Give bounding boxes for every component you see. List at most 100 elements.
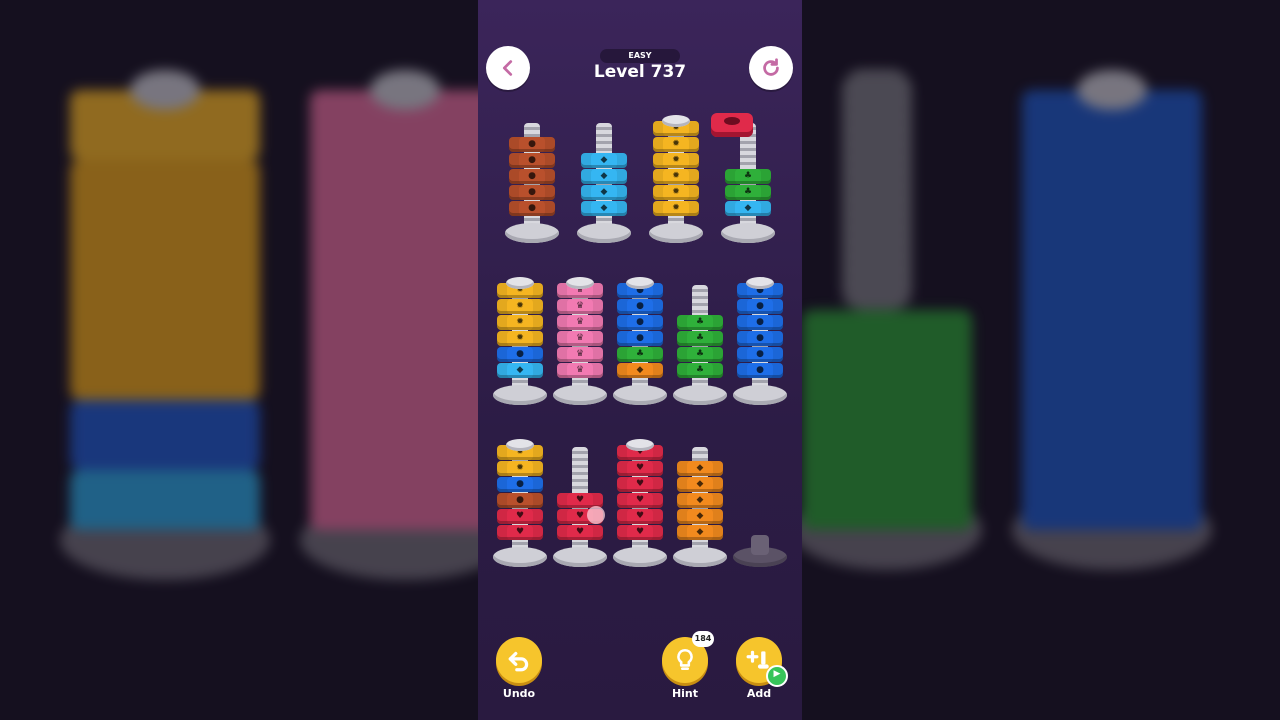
restart-button[interactable] (749, 46, 793, 90)
undo-icon (508, 651, 529, 672)
nut-symbol: ● (528, 171, 536, 181)
nut-symbol: ● (528, 203, 536, 213)
nut-brown: ● (509, 153, 555, 168)
nut-symbol: ● (756, 301, 764, 311)
nut-green: ♣ (677, 347, 723, 362)
back-button[interactable] (486, 46, 530, 90)
nut-yellow: ✹ (497, 299, 543, 314)
undo-label: Undo (502, 687, 536, 700)
nut-symbol: ✹ (672, 155, 680, 165)
nut-red: ♥ (617, 493, 663, 508)
bolt-cap (566, 277, 594, 289)
bolt-cap (626, 439, 654, 451)
touch-indicator (587, 506, 605, 524)
nut-symbol: ♛ (575, 333, 585, 343)
level-title: Level 737 (593, 62, 687, 82)
background-right-blur (802, 0, 1280, 720)
bolt-10[interactable]: ♥ ♥ ● ● ✹ ✹ (493, 439, 547, 567)
bolt-5[interactable]: ◆ ● ✹ ✹ ✹ ✹ (493, 277, 547, 405)
nut-orange: ◆ (677, 461, 723, 476)
bolt-4[interactable]: ◆ ♣ ♣ (721, 123, 775, 243)
nut-symbol: ♛ (575, 349, 585, 359)
nut-symbol: ♥ (635, 527, 645, 537)
nut-orange: ◆ (677, 525, 723, 540)
nut-symbol: ◆ (696, 527, 704, 537)
nut-symbol: ♣ (743, 187, 753, 197)
nut-orange: ◆ (617, 363, 663, 378)
nut-symbol: ● (528, 155, 536, 165)
bolt-2[interactable]: ◆ ◆ ◆ ◆ (577, 123, 631, 243)
nut-symbol: ♣ (695, 365, 705, 375)
bg-bolt-blue (1012, 60, 1212, 570)
nut-symbol: ● (528, 187, 536, 197)
nut-symbol: ◆ (696, 479, 704, 489)
nut-symbol: ♥ (635, 463, 645, 473)
nut-pink: ♛ (557, 299, 603, 314)
nut-symbol: ● (636, 333, 644, 343)
restart-icon (763, 58, 779, 76)
bolt-base (613, 385, 667, 405)
difficulty-badge: EASY (600, 49, 680, 63)
bolt-12[interactable]: ♥ ♥ ♥ ♥ ♥ ♥ (613, 439, 667, 567)
bolt-14[interactable] (733, 447, 787, 567)
background-left-blur (0, 0, 478, 720)
nut-symbol: ♥ (635, 511, 645, 521)
nut-symbol: ♥ (575, 511, 585, 521)
nut-yellow: ✹ (653, 185, 699, 200)
nut-symbol: ✹ (516, 301, 524, 311)
bolt-base (721, 223, 775, 243)
add-label: Add (746, 687, 772, 700)
bolt-base (673, 547, 727, 567)
bolt-base (673, 385, 727, 405)
nut-brown: ● (509, 201, 555, 216)
bolt-base (733, 385, 787, 405)
nut-symbol: ♣ (695, 349, 705, 359)
nut-symbol: ◆ (744, 203, 752, 213)
bolt-1[interactable]: ● ● ● ● ● (505, 123, 559, 243)
nut-symbol: ● (756, 317, 764, 327)
undo-button[interactable]: Undo (495, 637, 543, 700)
nut-symbol: ♣ (695, 333, 705, 343)
nut-red: ♥ (557, 525, 603, 540)
bolt-3[interactable]: ✹ ✹ ✹ ✹ ✹ ✹ (649, 115, 703, 243)
bolt-cap (746, 277, 774, 289)
add-bolt-button[interactable]: ▶ Add (735, 637, 788, 700)
nut-yellow: ✹ (497, 461, 543, 476)
nut-symbol: ♥ (575, 527, 585, 537)
bolt-13[interactable]: ◆ ◆ ◆ ◆ ◆ (673, 447, 727, 567)
nut-symbol: ◆ (600, 187, 608, 197)
hint-label: Hint (671, 687, 699, 700)
nut-yellow: ✹ (653, 137, 699, 152)
nut-symbol: ● (516, 349, 524, 359)
nut-cyan: ◆ (581, 153, 627, 168)
hint-button[interactable]: 184 Hint (661, 631, 714, 700)
nut-pink: ♛ (557, 331, 603, 346)
bolt-8[interactable]: ♣ ♣ ♣ ♣ (673, 285, 727, 405)
nut-pink: ♛ (557, 347, 603, 362)
nut-red: ♥ (617, 509, 663, 524)
bolt-6[interactable]: ♛ ♛ ♛ ♛ ♛ ♛ (553, 277, 607, 405)
nut-symbol: ♣ (743, 171, 753, 181)
nut-yellow: ✹ (653, 153, 699, 168)
nut-symbol: ● (636, 317, 644, 327)
bolt-cap (626, 277, 654, 289)
nut-red: ♥ (497, 525, 543, 540)
bolt-9[interactable]: ● ● ● ● ● ● (733, 277, 787, 405)
bolt-base (553, 385, 607, 405)
nut-yellow: ✹ (653, 169, 699, 184)
nut-symbol: ◆ (516, 365, 524, 375)
nut-symbol: ✹ (516, 333, 524, 343)
nut-symbol: ♣ (635, 349, 645, 359)
nut-red: ♥ (617, 477, 663, 492)
nut-symbol: ● (636, 301, 644, 311)
bg-bolt-yellow (60, 60, 270, 580)
nut-blue: ● (737, 363, 783, 378)
lightbulb-icon (677, 648, 693, 670)
nut-symbol: ● (756, 349, 764, 359)
bolt-7[interactable]: ◆ ♣ ● ● ● ● (613, 277, 667, 405)
bolt-cap (506, 277, 534, 289)
nut-symbol: ♛ (575, 317, 585, 327)
nut-cyan: ◆ (497, 363, 543, 378)
nut-yellow: ✹ (653, 201, 699, 216)
nut-green: ♣ (677, 363, 723, 378)
